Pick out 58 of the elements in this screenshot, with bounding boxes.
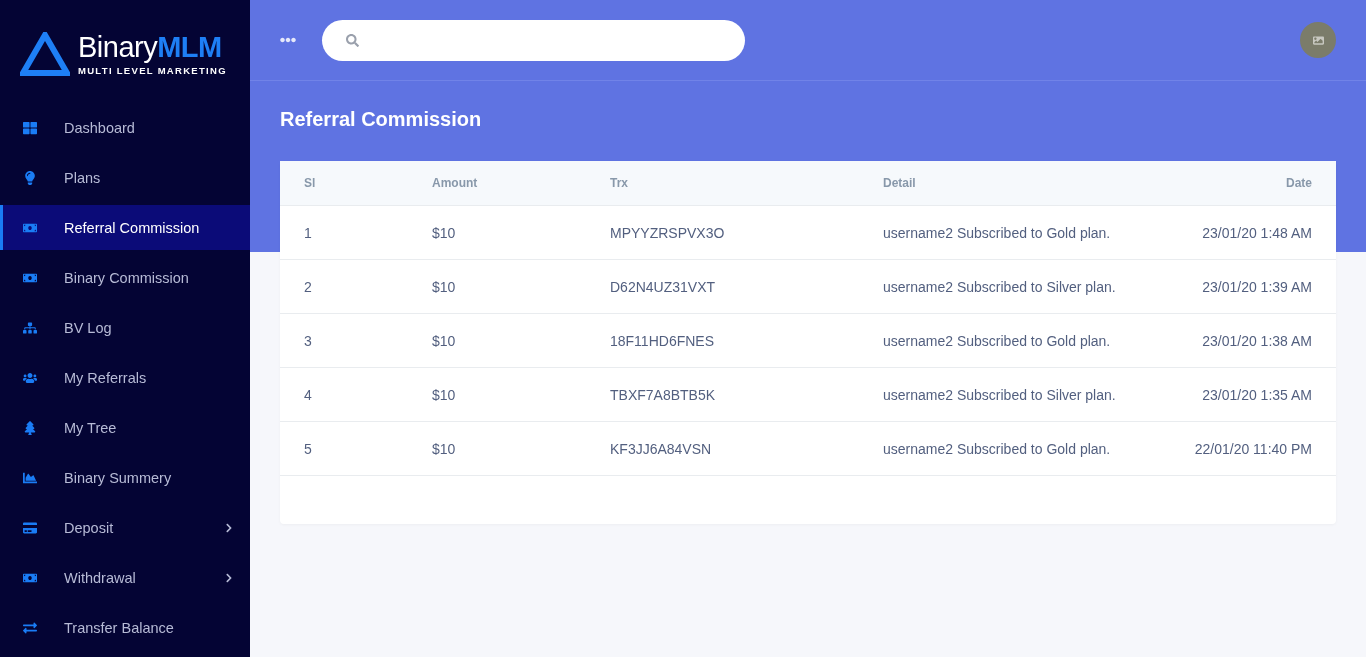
sidebar-item[interactable]: Withdrawal: [0, 555, 250, 600]
transfer-arrows-icon: [23, 620, 37, 635]
table-cell: 3: [280, 313, 408, 368]
table-cell: $10: [408, 205, 586, 260]
table-cell: username2 Subscribed to Silver plan.: [859, 367, 1160, 422]
page-title: Referral Commission: [280, 108, 483, 131]
tree-icon: [23, 420, 37, 435]
sidebar-item[interactable]: Binary Summery: [0, 455, 250, 500]
column-header: Date: [1159, 161, 1336, 206]
search-field[interactable]: [322, 19, 745, 61]
sidebar-item[interactable]: BV Log: [0, 305, 250, 350]
avatar[interactable]: [1300, 22, 1336, 58]
table-cell: 23/01/20 1:35 AM: [1159, 367, 1336, 422]
logo-triangle-icon: [20, 31, 70, 76]
table-cell: 18F11HD6FNES: [586, 313, 859, 368]
sidebar-item[interactable]: Plans: [0, 155, 250, 200]
table-cell: 22/01/20 11:40 PM: [1159, 421, 1336, 476]
broken-image-icon: [1312, 34, 1324, 46]
table-cell: 23/01/20 1:39 AM: [1159, 259, 1336, 314]
table-cell: 4: [280, 367, 408, 422]
table-cell: 23/01/20 1:48 AM: [1159, 205, 1336, 260]
table-cell: $10: [408, 367, 586, 422]
grid-icon: [23, 120, 37, 135]
table-cell: MPYYZRSPVX3O: [586, 205, 859, 260]
search-icon: [346, 33, 359, 47]
table-cell: username2 Subscribed to Gold plan.: [859, 421, 1160, 476]
table-cell: D62N4UZ31VXT: [586, 259, 859, 314]
table-cell: $10: [408, 259, 586, 314]
sidebar-item[interactable]: My Referrals: [0, 355, 250, 400]
table-cell: KF3JJ6A84VSN: [586, 421, 859, 476]
sidebar-item[interactable]: Transfer Balance: [0, 605, 250, 650]
table-cell: TBXF7A8BTB5K: [586, 367, 859, 422]
table-cell: 2: [280, 259, 408, 314]
lightbulb-icon: [23, 170, 37, 185]
area-chart-icon: [23, 470, 37, 485]
logo-tagline: MULTI LEVEL MARKETING: [78, 64, 227, 76]
sidebar-item[interactable]: Binary Commission: [0, 255, 250, 300]
logo-name: Binary: [78, 31, 158, 62]
logo-accent: MLM: [157, 31, 222, 62]
table-cell: 5: [280, 421, 408, 476]
table-cell: username2 Subscribed to Gold plan.: [859, 205, 1160, 260]
sidebar-item[interactable]: Referral Commission: [0, 205, 250, 250]
table-cell: 23/01/20 1:38 AM: [1159, 313, 1336, 368]
table-cell: username2 Subscribed to Silver plan.: [859, 259, 1160, 314]
table-cell: 1: [280, 205, 408, 260]
users-icon: [23, 370, 37, 385]
column-header: Sl: [280, 161, 408, 206]
column-header: Amount: [408, 161, 586, 206]
column-header: Trx: [586, 161, 859, 206]
table-cell: $10: [408, 421, 586, 476]
table-cell: $10: [408, 313, 586, 368]
credit-card-icon: [23, 520, 37, 535]
hierarchy-icon: [23, 320, 37, 335]
sidebar-item[interactable]: Deposit: [0, 505, 250, 550]
sidebar-item[interactable]: Dashboard: [0, 105, 250, 150]
column-header: Detail: [859, 161, 1160, 206]
table-cell: username2 Subscribed to Gold plan.: [859, 313, 1160, 368]
sidebar-item[interactable]: My Tree: [0, 405, 250, 450]
